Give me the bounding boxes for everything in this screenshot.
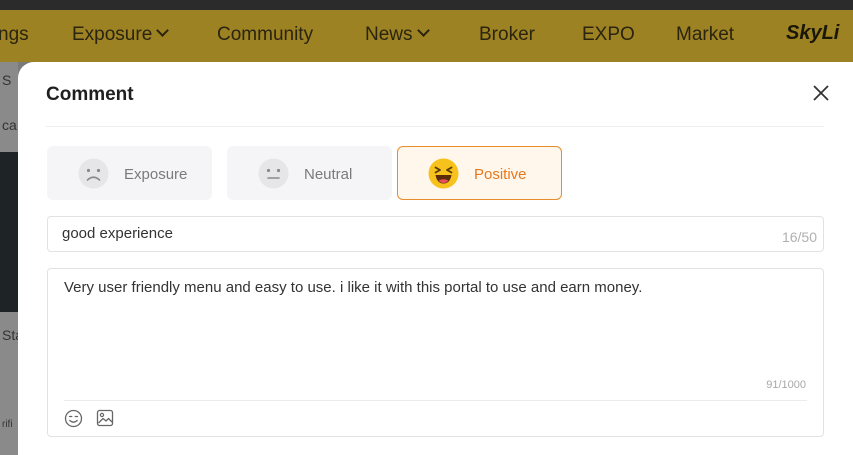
neutral-face-icon bbox=[258, 158, 289, 189]
header-divider bbox=[46, 126, 824, 127]
rating-neutral-button[interactable]: Neutral bbox=[227, 146, 392, 200]
rating-exposure-label: Exposure bbox=[124, 166, 188, 183]
comment-title-field: 16/50 bbox=[47, 216, 824, 252]
title-char-counter: 16/50 bbox=[781, 229, 817, 245]
rating-neutral-label: Neutral bbox=[304, 166, 353, 183]
top-strip bbox=[0, 0, 853, 10]
modal-title: Comment bbox=[46, 84, 134, 105]
comment-modal: Comment Exposure Neutral Positive good e… bbox=[18, 62, 853, 455]
chevron-down-icon bbox=[416, 24, 430, 37]
background-banner bbox=[0, 152, 18, 312]
comment-content-field[interactable]: Very user friendly menu and easy to use.… bbox=[47, 268, 824, 437]
toolbar-divider bbox=[64, 400, 807, 401]
rating-positive-button[interactable]: Positive bbox=[397, 146, 562, 200]
nav-item-broker[interactable]: Broker bbox=[479, 24, 535, 46]
rating-exposure-button[interactable]: Exposure bbox=[47, 146, 212, 200]
rating-positive-label: Positive bbox=[474, 166, 527, 183]
nav-item-exposure[interactable]: Exposure bbox=[72, 24, 170, 46]
comment-content-text[interactable]: Very user friendly menu and easy to use.… bbox=[64, 278, 804, 298]
laughing-face-icon bbox=[428, 158, 459, 189]
content-char-counter: 91/1000 bbox=[766, 379, 806, 391]
nav-item-rankings[interactable]: ngs bbox=[0, 24, 29, 46]
nav-item-community[interactable]: Community bbox=[217, 24, 313, 46]
chevron-down-icon bbox=[156, 24, 170, 37]
nav-item-news[interactable]: News bbox=[365, 24, 430, 46]
emoji-icon[interactable] bbox=[64, 409, 83, 428]
nav-item-expo[interactable]: EXPO bbox=[582, 24, 635, 46]
image-icon[interactable] bbox=[96, 409, 114, 427]
skylink-logo[interactable]: SkyLi bbox=[786, 22, 839, 45]
close-icon[interactable] bbox=[812, 84, 830, 102]
sad-face-icon bbox=[78, 158, 109, 189]
main-nav: ngs Exposure Community News Broker EXPO … bbox=[0, 10, 853, 62]
nav-item-market[interactable]: Market bbox=[676, 24, 734, 46]
background-page-left: S ca Sta rifi bbox=[0, 62, 18, 455]
comment-title-input[interactable] bbox=[62, 225, 762, 242]
